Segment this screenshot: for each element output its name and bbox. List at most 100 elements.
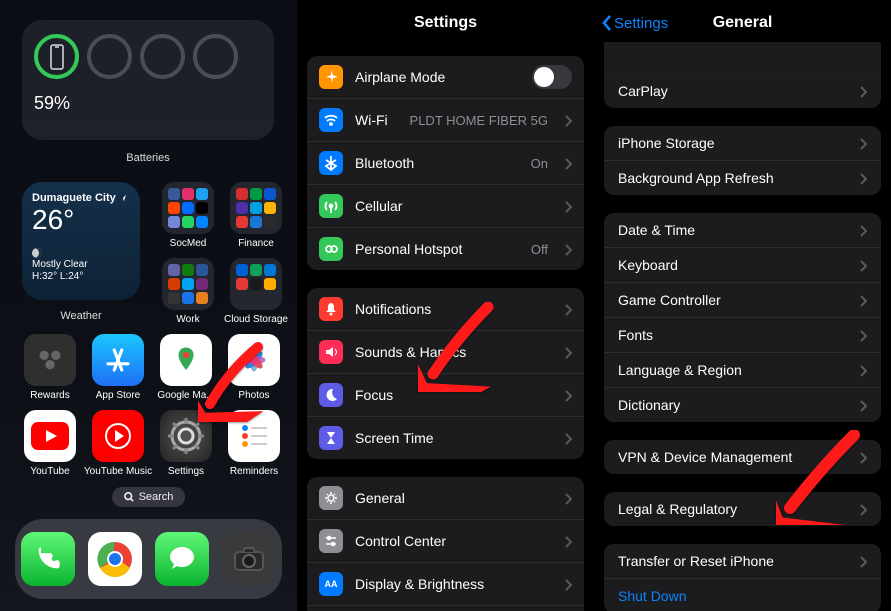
row-langregion[interactable]: Language & Region [604, 353, 881, 388]
row-refresh[interactable]: Background App Refresh [604, 161, 881, 195]
chevron-right-icon [859, 224, 867, 236]
chevron-right-icon [564, 157, 572, 169]
ytmusic-icon [101, 419, 135, 453]
messages-icon [166, 543, 198, 575]
settings-group-connectivity: Airplane Mode Wi-Fi PLDT HOME FIBER 5G B… [307, 56, 584, 270]
chevron-right-icon [564, 492, 572, 504]
chevron-right-icon [564, 346, 572, 358]
bell-icon [324, 302, 338, 316]
row-controlcenter[interactable]: Control Center [307, 520, 584, 563]
row-fonts[interactable]: Fonts [604, 318, 881, 353]
row-airplane-mode[interactable]: Airplane Mode [307, 56, 584, 99]
reminders-icon [237, 419, 271, 453]
weather-temp: 26° [32, 204, 130, 236]
battery-percent: 59% [34, 93, 262, 114]
chevron-right-icon [564, 114, 572, 126]
nav-bar: Settings [297, 0, 594, 46]
folder-work[interactable]: Work [158, 258, 218, 325]
folder-finance[interactable]: Finance [226, 182, 286, 249]
folder-socmed[interactable]: SocMed [158, 182, 218, 249]
row-transfer-reset[interactable]: Transfer or Reset iPhone [604, 544, 881, 579]
row-display[interactable]: AA Display & Brightness [307, 563, 584, 606]
chevron-right-icon [859, 451, 867, 463]
moon-icon [324, 388, 338, 402]
battery-ring-empty-3 [193, 34, 238, 79]
row-storage[interactable]: iPhone Storage [604, 126, 881, 161]
back-button[interactable]: Settings [602, 15, 668, 32]
chevron-right-icon [859, 399, 867, 411]
app-ytmusic[interactable]: YouTube Music [88, 410, 148, 477]
app-googlemaps[interactable]: Google Ma... [156, 334, 216, 401]
row-cellular[interactable]: Cellular [307, 185, 584, 228]
general-group-0: CarPlay [604, 42, 881, 108]
airplane-toggle[interactable] [532, 65, 572, 89]
chevron-right-icon [859, 172, 867, 184]
chevron-right-icon [564, 535, 572, 547]
batteries-widget[interactable]: 59% [22, 20, 274, 140]
gear-icon [324, 491, 338, 505]
row-hotspot[interactable]: Personal Hotspot Off [307, 228, 584, 270]
chevron-right-icon [564, 578, 572, 590]
dock-messages[interactable] [155, 532, 209, 586]
general-group-reset: Transfer or Reset iPhone Shut Down [604, 544, 881, 611]
search-icon [124, 492, 134, 502]
app-appstore[interactable]: App Store [88, 334, 148, 401]
weather-widget[interactable]: Dumaguete City 26° Mostly Clear H:32° L:… [22, 182, 140, 300]
row-datetime[interactable]: Date & Time [604, 213, 881, 248]
settings-gear-icon [166, 416, 206, 456]
row-carplay[interactable]: CarPlay [604, 74, 881, 108]
row-general[interactable]: General [307, 477, 584, 520]
app-rewards[interactable]: Rewards [20, 334, 80, 401]
dock-camera[interactable] [222, 532, 276, 586]
chevron-right-icon [859, 329, 867, 341]
sliders-icon [324, 534, 338, 548]
battery-rings [34, 34, 262, 79]
brightness-icon: AA [324, 577, 338, 591]
chevron-right-icon [859, 294, 867, 306]
row-gamectrl[interactable]: Game Controller [604, 283, 881, 318]
row-sounds[interactable]: Sounds & Haptics [307, 331, 584, 374]
row-shutdown[interactable]: Shut Down [604, 579, 881, 611]
folder-cloud[interactable]: Cloud Storage [226, 258, 286, 325]
search-pill[interactable]: Search [112, 487, 186, 507]
chevron-right-icon [564, 200, 572, 212]
hourglass-icon [324, 431, 338, 445]
page-title: General [713, 14, 773, 32]
dock-chrome[interactable] [88, 532, 142, 586]
general-group-keyboard: Date & Time Keyboard Game Controller Fon… [604, 213, 881, 422]
settings-screen: Settings Airplane Mode Wi-Fi PLDT HOME F… [297, 0, 594, 611]
chevron-right-icon [859, 137, 867, 149]
appstore-icon [103, 345, 133, 375]
row-screentime[interactable]: Screen Time [307, 417, 584, 459]
row-notifications[interactable]: Notifications [307, 288, 584, 331]
row-wifi[interactable]: Wi-Fi PLDT HOME FIBER 5G [307, 99, 584, 142]
bluetooth-value: On [531, 156, 548, 171]
row-legal[interactable]: Legal & Regulatory [604, 492, 881, 526]
dock [15, 519, 282, 599]
app-photos[interactable]: Photos [224, 334, 284, 401]
batteries-caption: Batteries [22, 152, 274, 164]
row-keyboard[interactable]: Keyboard [604, 248, 881, 283]
googlemaps-icon [171, 345, 201, 375]
phone-icon [34, 545, 62, 573]
settings-group-notifications: Notifications Sounds & Haptics Focus Scr… [307, 288, 584, 459]
row-homescreen[interactable]: Home Screen & App Library [307, 606, 584, 611]
battery-ring-empty-1 [87, 34, 132, 79]
row-bluetooth[interactable]: Bluetooth On [307, 142, 584, 185]
general-group-legal: Legal & Regulatory [604, 492, 881, 526]
app-reminders[interactable]: Reminders [224, 410, 284, 477]
app-settings[interactable]: Settings [156, 410, 216, 477]
phone-outline-icon [49, 44, 65, 70]
row-dictionary[interactable]: Dictionary [604, 388, 881, 422]
dock-phone[interactable] [21, 532, 75, 586]
app-youtube[interactable]: YouTube [20, 410, 80, 477]
chevron-right-icon [859, 364, 867, 376]
weather-city: Dumaguete City [32, 192, 130, 204]
chevron-left-icon [602, 15, 612, 31]
moon-icon [32, 248, 42, 258]
row-vpn[interactable]: VPN & Device Management [604, 440, 881, 474]
chevron-right-icon [859, 555, 867, 567]
row-focus[interactable]: Focus [307, 374, 584, 417]
chevron-right-icon [564, 303, 572, 315]
chevron-right-icon [859, 503, 867, 515]
